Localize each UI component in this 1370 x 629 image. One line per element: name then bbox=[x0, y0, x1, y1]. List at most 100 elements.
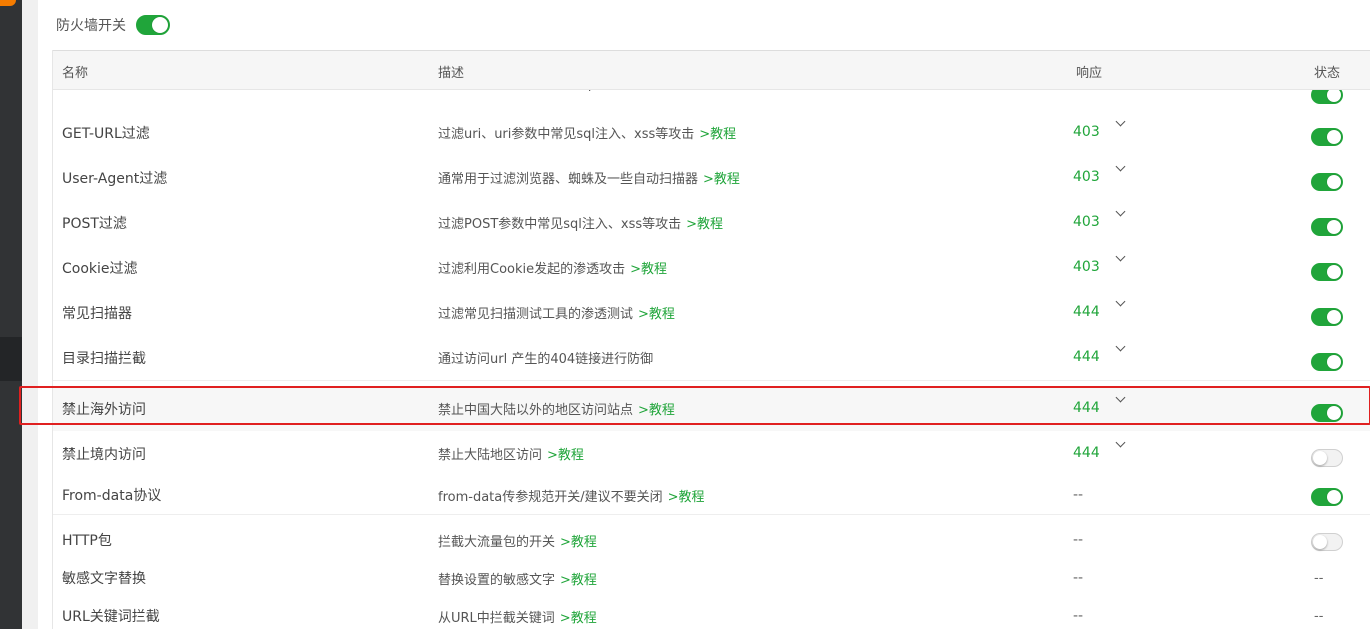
firewall-toggle-label: 防火墙开关 bbox=[56, 18, 126, 34]
column-header-name: 名称 bbox=[62, 66, 89, 81]
column-header-description: 描述 bbox=[438, 66, 465, 81]
response-select: -- bbox=[1073, 559, 1083, 597]
tutorial-link[interactable]: >教程 bbox=[547, 444, 584, 463]
rule-status: -- bbox=[1314, 559, 1323, 597]
rule-name: From-data协议 bbox=[62, 488, 162, 504]
rule-description: 过滤POST参数中常见sql注入、xss等攻击 >教程 bbox=[438, 200, 723, 245]
firewall-master-switch[interactable] bbox=[136, 15, 170, 35]
response-code: 444 bbox=[1073, 349, 1100, 365]
column-header-response: 响应 bbox=[1076, 66, 1103, 81]
tutorial-link[interactable]: >教程 bbox=[638, 399, 675, 418]
response-code: 403 bbox=[1073, 259, 1100, 275]
status-toggle[interactable] bbox=[1311, 449, 1343, 467]
response-code: 403 bbox=[1073, 124, 1100, 140]
rule-name: HTTP包 bbox=[62, 533, 112, 549]
rule-status bbox=[1311, 335, 1343, 380]
response-code: -- bbox=[1073, 570, 1084, 586]
status-toggle[interactable] bbox=[1311, 173, 1343, 191]
rule-description: 从URL中拦截关键词 >教程 bbox=[438, 597, 597, 629]
status-toggle[interactable] bbox=[1311, 404, 1343, 422]
left-sidebar bbox=[0, 0, 22, 629]
response-code: -- bbox=[1073, 608, 1084, 624]
rule-name: 禁止海外访问 bbox=[62, 401, 146, 418]
tutorial-link[interactable]: >教程 bbox=[668, 486, 705, 505]
chevron-down-icon[interactable] bbox=[1115, 392, 1126, 403]
tutorial-link[interactable]: >教程 bbox=[630, 258, 667, 277]
rule-name: User-Agent过滤 bbox=[62, 170, 168, 187]
response-code: -- bbox=[1073, 487, 1084, 503]
status-toggle[interactable] bbox=[1311, 308, 1343, 326]
response-code: 403 bbox=[1073, 169, 1100, 185]
chevron-down-icon[interactable] bbox=[1115, 341, 1126, 352]
tutorial-link[interactable]: >教程 bbox=[560, 607, 597, 626]
tutorial-link[interactable]: >教程 bbox=[703, 168, 740, 187]
status-toggle[interactable] bbox=[1311, 263, 1343, 281]
rule-name: POST过滤 bbox=[62, 215, 127, 232]
sidebar-active-item[interactable] bbox=[0, 337, 22, 381]
rule-description-text: 过滤利用Cookie发起的渗透攻击 bbox=[438, 262, 626, 277]
rule-name: 常见扫描器 bbox=[62, 305, 132, 322]
table-row: Cookie过滤 过滤利用Cookie发起的渗透攻击 >教程 403 bbox=[53, 245, 1370, 291]
rule-description-text: from-data传参规范开关/建议不要关闭 bbox=[438, 489, 663, 505]
response-code: 444 bbox=[1073, 400, 1100, 416]
chevron-down-icon[interactable] bbox=[1115, 296, 1126, 307]
table-row: 敏感文字替换 替换设置的敏感文字 >教程 -- -- bbox=[53, 559, 1370, 598]
tutorial-link[interactable]: >教程 bbox=[560, 531, 597, 550]
firewall-panel: 防火墙开关 GET-参数过滤过滤uri、uri参数中常见sql注入、xss等攻击… bbox=[38, 0, 1370, 629]
table-row: HTTP包 拦截大流量包的开关 >教程 -- bbox=[53, 521, 1370, 560]
rule-status bbox=[1311, 110, 1343, 155]
status-toggle[interactable] bbox=[1311, 353, 1343, 371]
chevron-down-icon[interactable] bbox=[1115, 161, 1126, 172]
status-toggle[interactable] bbox=[1311, 533, 1343, 551]
column-header-status: 状态 bbox=[1314, 66, 1341, 81]
notification-badge bbox=[0, 0, 16, 6]
rule-name: Cookie过滤 bbox=[62, 260, 138, 277]
sidebar-gap bbox=[22, 0, 38, 629]
rule-name: 目录扫描拦截 bbox=[62, 350, 146, 367]
rule-description: 过滤利用Cookie发起的渗透攻击 >教程 bbox=[438, 245, 667, 290]
tutorial-link[interactable]: >教程 bbox=[686, 213, 723, 232]
rule-description: from-data传参规范开关/建议不要关闭 >教程 bbox=[438, 476, 705, 514]
rule-name: URL关键词拦截 bbox=[62, 609, 160, 625]
rule-description: 拦截大流量包的开关 >教程 bbox=[438, 521, 597, 559]
table-row: User-Agent过滤 通常用于过滤浏览器、蜘蛛及一些自动扫描器 >教程 403 bbox=[53, 155, 1370, 201]
rule-name: GET-URL过滤 bbox=[62, 125, 150, 142]
rule-status bbox=[1311, 431, 1343, 476]
table-row: 常见扫描器 过滤常见扫描测试工具的渗透测试 >教程 444 bbox=[53, 290, 1370, 336]
rule-name: 禁止境内访问 bbox=[62, 446, 146, 463]
table-row: 目录扫描拦截 通过访问url 产生的404链接进行防御 444 bbox=[53, 335, 1370, 381]
status-toggle[interactable] bbox=[1311, 128, 1343, 146]
rule-description: 通常用于过滤浏览器、蜘蛛及一些自动扫描器 >教程 bbox=[438, 155, 740, 200]
tutorial-link[interactable]: >教程 bbox=[638, 303, 675, 322]
rule-description-text: 禁止中国大陆以外的地区访问站点 bbox=[438, 403, 634, 418]
chevron-down-icon[interactable] bbox=[1115, 251, 1126, 262]
rule-description-text: 通常用于过滤浏览器、蜘蛛及一些自动扫描器 bbox=[438, 172, 699, 187]
tutorial-link[interactable]: >教程 bbox=[560, 569, 597, 588]
rule-status bbox=[1311, 521, 1343, 559]
rule-status bbox=[1311, 476, 1343, 514]
rule-description: 禁止中国大陆以外的地区访问站点 >教程 bbox=[438, 386, 675, 431]
chevron-down-icon[interactable] bbox=[1115, 437, 1126, 448]
status-toggle[interactable] bbox=[1311, 218, 1343, 236]
rule-description-text: 禁止大陆地区访问 bbox=[438, 448, 543, 463]
response-select: -- bbox=[1073, 476, 1083, 514]
tutorial-link[interactable]: >教程 bbox=[699, 123, 736, 142]
response-select: -- bbox=[1073, 521, 1083, 559]
chevron-down-icon[interactable] bbox=[1115, 206, 1126, 217]
rule-description: 通过访问url 产生的404链接进行防御 bbox=[438, 335, 653, 380]
rule-description-text: 从URL中拦截关键词 bbox=[438, 610, 555, 626]
table-row: 禁止境内访问 禁止大陆地区访问 >教程 444 bbox=[53, 431, 1370, 477]
rule-name: 敏感文字替换 bbox=[62, 571, 146, 587]
rule-description: 替换设置的敏感文字 >教程 bbox=[438, 559, 597, 597]
rule-description: 禁止大陆地区访问 >教程 bbox=[438, 431, 584, 476]
table-row: URL关键词拦截 从URL中拦截关键词 >教程 -- -- bbox=[53, 597, 1370, 629]
rule-description-text: 过滤常见扫描测试工具的渗透测试 bbox=[438, 307, 634, 322]
rule-status bbox=[1311, 245, 1343, 290]
status-toggle[interactable] bbox=[1311, 488, 1343, 506]
response-code: 444 bbox=[1073, 304, 1100, 320]
rule-status bbox=[1311, 200, 1343, 245]
chevron-down-icon[interactable] bbox=[1115, 116, 1126, 127]
rule-status bbox=[1311, 290, 1343, 335]
rule-description-text: 过滤POST参数中常见sql注入、xss等攻击 bbox=[438, 217, 682, 232]
rule-status: -- bbox=[1314, 597, 1323, 629]
